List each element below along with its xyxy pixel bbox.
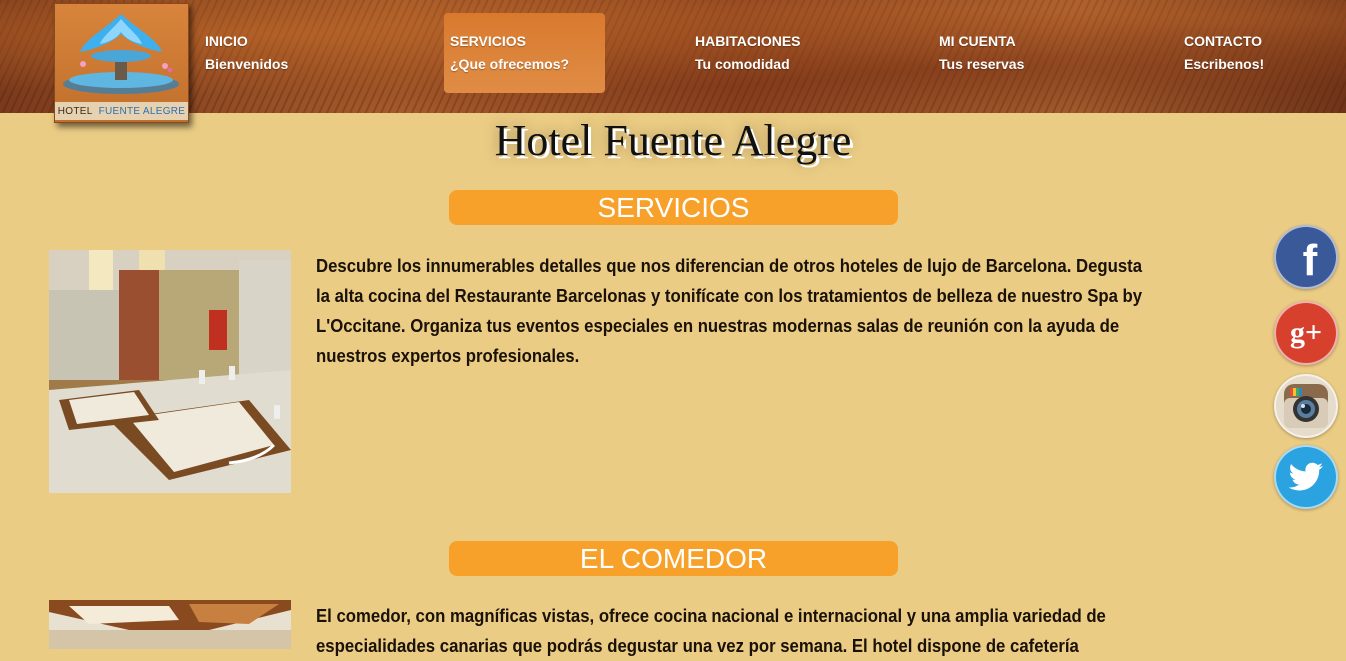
nav-contacto-sub: Escribenos! [1184, 56, 1265, 72]
nav-contacto[interactable]: CONTACTO Escribenos! [1178, 13, 1339, 93]
instagram-button[interactable] [1274, 374, 1338, 438]
nav-contacto-label: CONTACTO [1184, 33, 1263, 49]
twitter-button[interactable] [1274, 445, 1338, 509]
google-plus-button[interactable]: g+ [1274, 301, 1338, 365]
section-text-comedor: El comedor, con magníficas vistas, ofrec… [316, 606, 1106, 656]
nav-servicios-sub: ¿Que ofrecemos? [450, 56, 570, 72]
nav-servicios[interactable]: SERVICIOS ¿Que ofrecemos? [444, 13, 605, 93]
nav-inicio-sub: Bienvenidos [205, 56, 289, 72]
section-heading-servicios: SERVICIOS [449, 190, 898, 225]
section-text-servicios: Descubre los innumerables detalles que n… [316, 256, 1143, 366]
nav-inicio[interactable]: INICIO Bienvenidos [199, 13, 360, 93]
dining-room-photo [49, 600, 291, 649]
page-title: Hotel Fuente Alegre [494, 116, 852, 165]
nav-mi-cuenta-label: MI CUENTA [939, 33, 1016, 49]
fountain-icon [63, 14, 179, 94]
nav-mi-cuenta-sub: Tus reservas [939, 56, 1025, 72]
facebook-icon: f [1302, 236, 1318, 285]
section-heading-comedor: EL COMEDOR [449, 541, 898, 576]
twitter-icon [1288, 462, 1323, 491]
hotel-logo[interactable]: HOTEL FUENTE ALEGRE [54, 3, 189, 123]
restaurant-photo [49, 250, 291, 493]
nav-servicios-label: SERVICIOS [450, 33, 526, 49]
nav-inicio-label: INICIO [205, 33, 248, 49]
nav-habitaciones[interactable]: HABITACIONES Tu comodidad [689, 13, 850, 93]
nav-habitaciones-sub: Tu comodidad [695, 56, 790, 72]
google-plus-icon: g+ [1289, 316, 1323, 349]
facebook-button[interactable]: f [1274, 225, 1338, 289]
instagram-icon [1284, 384, 1328, 428]
nav-mi-cuenta[interactable]: MI CUENTA Tus reservas [933, 13, 1094, 93]
nav-habitaciones-label: HABITACIONES [695, 33, 801, 49]
